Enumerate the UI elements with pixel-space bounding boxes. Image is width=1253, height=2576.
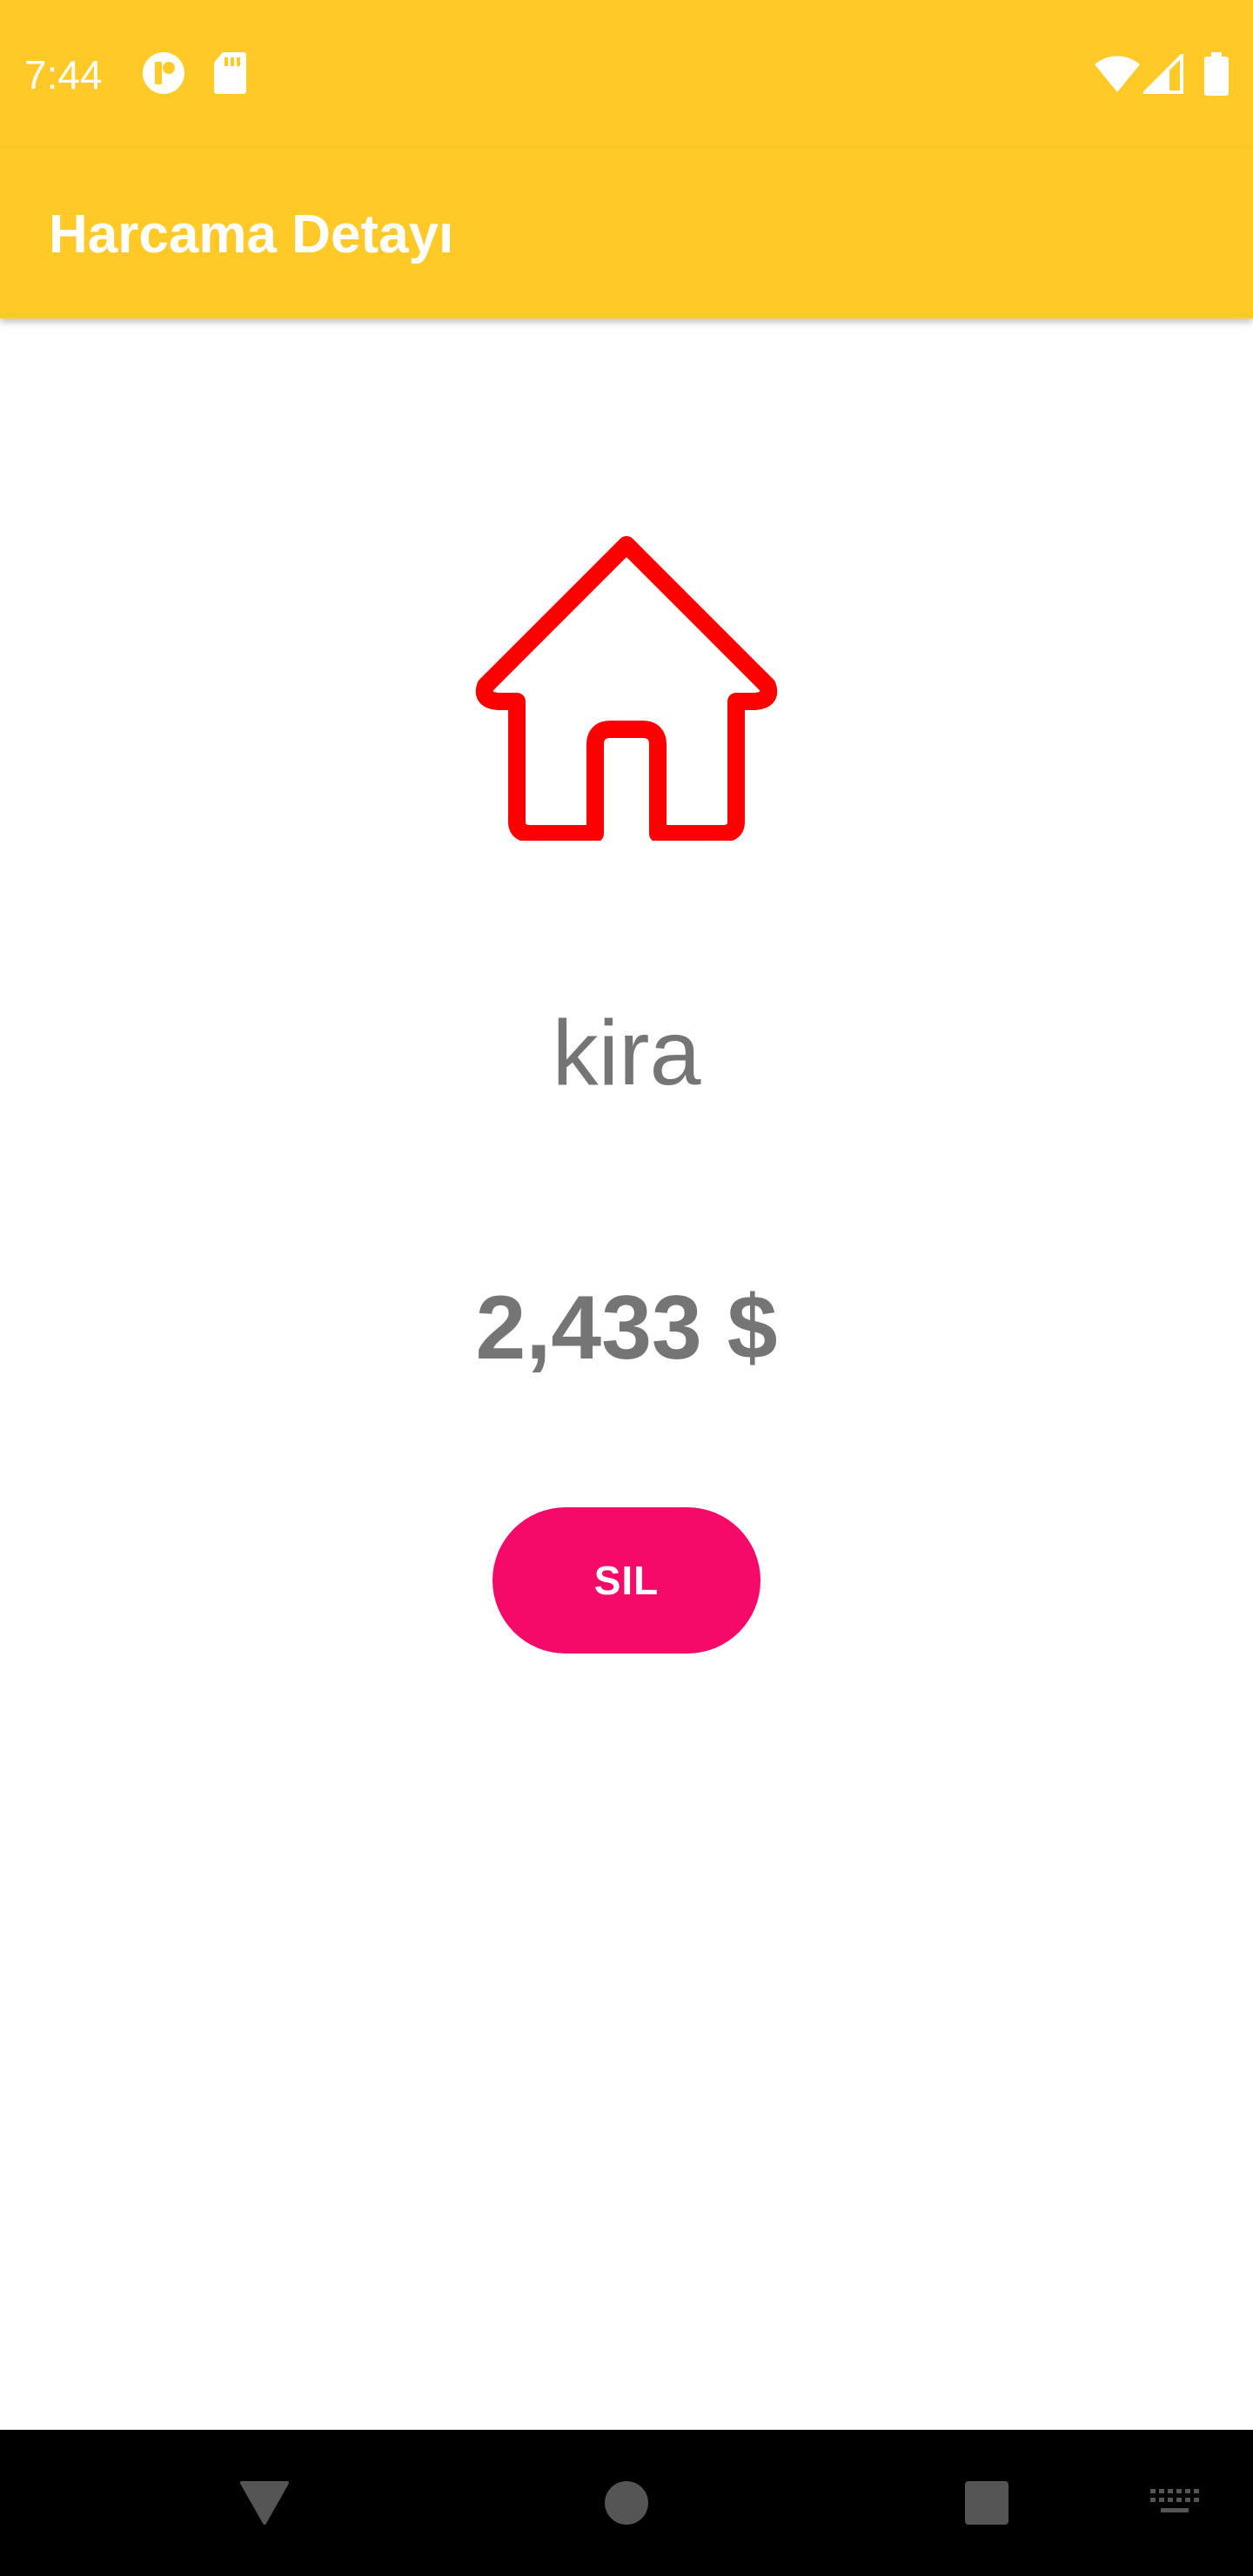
notification-app-icon (143, 52, 184, 94)
house-icon (475, 536, 778, 841)
nav-recents-button[interactable] (935, 2430, 1039, 2576)
navigation-bar (0, 2430, 1253, 2576)
wifi-icon (1095, 56, 1140, 92)
page-title: Harcama Detayı (49, 205, 454, 265)
expense-amount: 2,433 $ (475, 1278, 778, 1379)
cell-signal-icon (1143, 54, 1183, 94)
delete-button[interactable]: SIL (492, 1507, 761, 1654)
nav-home-button[interactable] (574, 2430, 679, 2576)
status-bar: 7:44 (0, 0, 1253, 148)
home-icon (605, 2481, 648, 2525)
recents-icon (965, 2481, 1008, 2525)
status-time: 7:44 (24, 52, 103, 97)
sd-card-icon (214, 52, 246, 94)
nav-keyboard-button[interactable] (1131, 2430, 1218, 2576)
battery-icon (1204, 52, 1229, 96)
expense-detail-screen: 7:44 Harcama Detayı kira 2,433 $ SIL (0, 0, 1253, 2576)
nav-back-button[interactable] (212, 2430, 317, 2576)
app-bar: Harcama Detayı (0, 148, 1253, 319)
back-icon (240, 2481, 289, 2525)
keyboard-icon (1150, 2489, 1199, 2512)
expense-name: kira (552, 1002, 701, 1104)
